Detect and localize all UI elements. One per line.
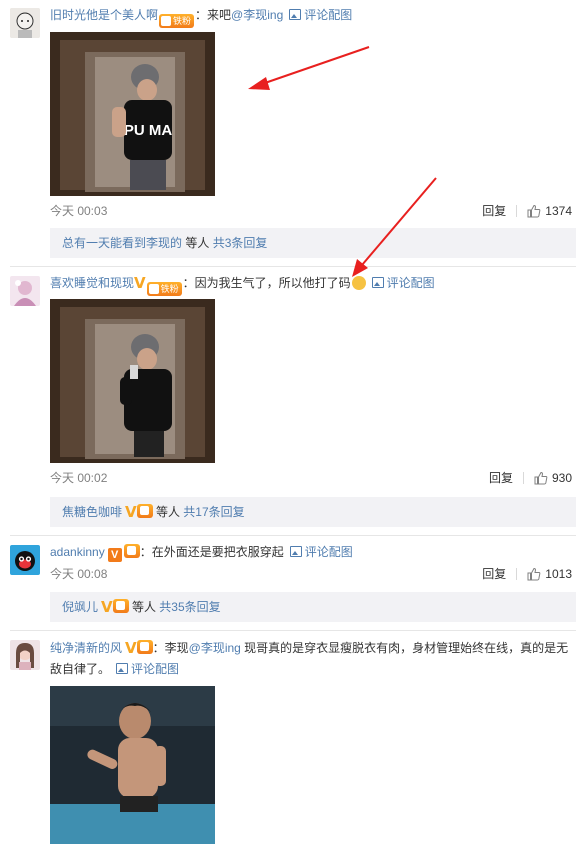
mention-link[interactable]: @李现ing (231, 8, 283, 22)
sub-reply-user[interactable]: 焦糖色咖啡 (62, 505, 122, 519)
emoji-cat-icon (351, 276, 366, 290)
member-badge-icon (136, 640, 153, 654)
divider (10, 535, 576, 536)
divider (516, 568, 518, 580)
avatar[interactable] (10, 640, 40, 670)
like-button[interactable]: 1374 (527, 204, 572, 218)
mention-link[interactable]: @李现ing (189, 641, 241, 655)
member-badge-icon (123, 544, 140, 558)
image-icon (289, 546, 302, 557)
comment-meta: 今天 00:08 回复 1013 (50, 565, 572, 583)
shirt-text: PU MA (124, 122, 173, 139)
member-badge-icon (112, 599, 129, 613)
comment-image-link[interactable]: 评论配图 (289, 8, 352, 22)
thumb-up-icon (534, 471, 548, 485)
like-count: 1374 (545, 204, 572, 218)
sub-reply-count[interactable]: 共17条回复 (183, 505, 244, 519)
sub-reply-count[interactable]: 共35条回复 (159, 600, 220, 614)
pool-photo (50, 686, 215, 844)
comment-photo[interactable] (50, 299, 215, 463)
image-icon (371, 277, 384, 288)
comment-image-link[interactable]: 评论配图 (371, 276, 435, 290)
arrow-head (248, 77, 270, 90)
like-count: 1013 (545, 567, 572, 581)
comment-meta: 今天 00:03 回复 1374 (50, 202, 572, 220)
sub-reply-user[interactable]: 倪飒儿 (62, 600, 98, 614)
avatar-image (10, 276, 40, 306)
reply-button[interactable]: 回复 (482, 567, 506, 581)
timestamp: 今天 00:08 (50, 567, 108, 581)
avatar-image (10, 640, 40, 670)
divider (522, 472, 524, 484)
image-icon (289, 9, 302, 20)
sub-replies[interactable]: 倪飒儿 V 等人 共35条回复 (50, 592, 576, 622)
username-link[interactable]: 旧时光他是个美人啊 (50, 8, 158, 22)
fan-badge: 铁粉 (159, 14, 195, 28)
sub-replies[interactable]: 总有一天能看到李现的 等人 共3条回复 (50, 228, 576, 258)
like-button[interactable]: 1013 (527, 567, 572, 581)
verified-v-icon: V (125, 639, 137, 657)
sub-reply-count[interactable]: 共3条回复 (213, 236, 268, 250)
like-count: 930 (551, 471, 572, 485)
member-badge-icon (136, 504, 153, 518)
comment-text: adankinny V ：在外面还是要把衣服穿起 评论配图 (50, 544, 353, 562)
comment-photo[interactable] (50, 686, 215, 844)
image-icon (116, 663, 129, 674)
comment-image-link[interactable]: 评论配图 (289, 545, 353, 559)
member-badge-icon: 铁粉 (146, 277, 182, 296)
divider (10, 266, 576, 267)
avatar[interactable] (10, 276, 40, 306)
comment-text: 旧时光他是个美人啊 铁粉 ：来吧@李现ing 评论配图 (50, 8, 353, 28)
comment-photo[interactable]: PU MA (50, 32, 215, 196)
username-link[interactable]: adankinny (50, 545, 105, 559)
thumb-up-icon (527, 567, 541, 581)
timestamp: 今天 00:02 (50, 471, 108, 485)
reply-button[interactable]: 回复 (482, 204, 506, 218)
comment-meta: 今天 00:02 回复 930 (50, 469, 572, 487)
avatar-image (10, 8, 40, 38)
verified-v-icon: V (134, 274, 146, 292)
username-link[interactable]: 喜欢睡觉和现现 (50, 276, 134, 290)
avatar[interactable] (10, 8, 40, 38)
username-link[interactable]: 纯净清新的风 (50, 641, 122, 655)
verified-v-icon: V (101, 598, 113, 616)
comment-text: 纯净清新的风 V ：李现@李现ing 现哥真的是穿衣显瘦脱衣有肉，身材管理始终在线，… (50, 639, 569, 676)
avatar[interactable] (10, 545, 40, 575)
comment-image-link[interactable]: 评论配图 (116, 662, 179, 676)
verified-v-icon: V (107, 548, 122, 562)
divider (516, 205, 518, 217)
divider (10, 630, 576, 631)
mirror-selfie-photo (50, 299, 215, 463)
comment-text: 喜欢睡觉和现现V 铁粉 ：因为我生气了，所以他打了码 评论配图 (50, 274, 435, 296)
thumb-up-icon (527, 204, 541, 218)
member-badge-icon: 铁粉 (159, 9, 195, 28)
monkey-avatar-icon (10, 545, 40, 575)
like-button[interactable]: 930 (534, 471, 572, 485)
timestamp: 今天 00:03 (50, 204, 108, 218)
mirror-selfie-photo: PU MA (50, 32, 215, 196)
verified-v-icon: V (125, 503, 137, 521)
reply-button[interactable]: 回复 (489, 471, 513, 485)
fan-badge: 铁粉 (146, 282, 182, 296)
sub-replies[interactable]: 焦糖色咖啡 V 等人 共17条回复 (50, 497, 576, 527)
sub-reply-user[interactable]: 总有一天能看到李现的 (62, 236, 182, 250)
